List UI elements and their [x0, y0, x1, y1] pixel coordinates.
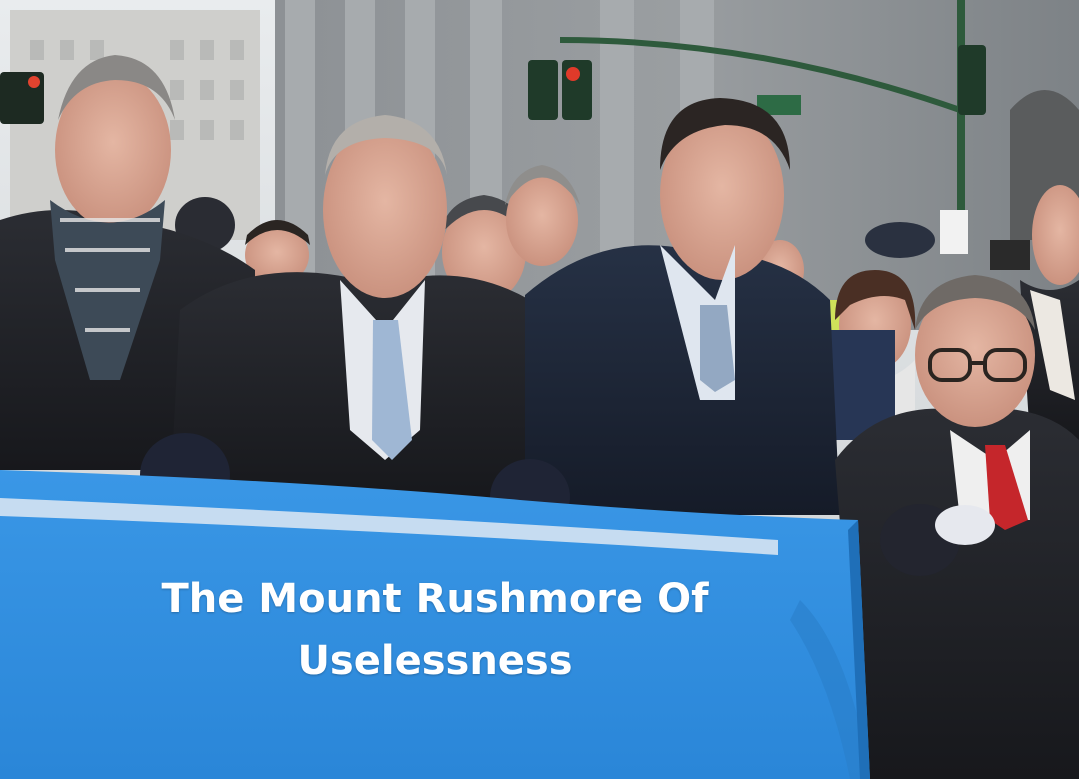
banner-line-1: The Mount Rushmore Of	[161, 576, 709, 622]
banner-caption: The Mount Rushmore Of Uselessness	[40, 568, 830, 692]
photo-scene: The Mount Rushmore Of Uselessness	[0, 0, 1079, 779]
banner-line-2: Uselessness	[297, 638, 573, 684]
